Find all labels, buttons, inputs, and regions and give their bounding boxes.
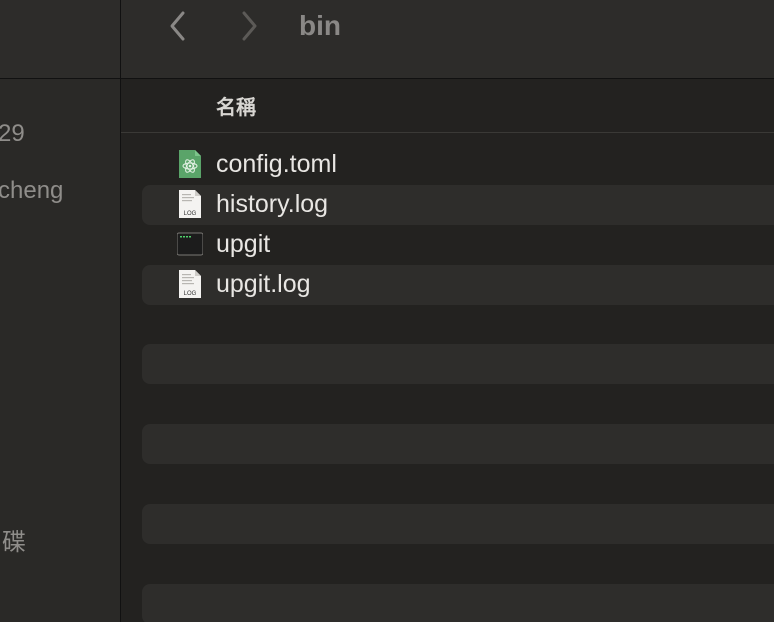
file-name: upgit <box>216 230 271 258</box>
log-badge: LOG <box>184 291 197 297</box>
empty-row <box>142 424 774 464</box>
finder-window: 29 cheng 碟 bin 名稱 config.toml LOG histor… <box>0 0 774 622</box>
log-badge: LOG <box>184 211 197 217</box>
sidebar-item-29[interactable]: 29 <box>0 120 25 148</box>
list-header: 名稱 <box>121 79 774 133</box>
toml-file-icon <box>179 150 201 178</box>
toolbar: bin <box>121 0 774 79</box>
log-file-icon: LOG <box>179 270 201 298</box>
file-list: config.toml LOG history.log upgit LOG up… <box>121 145 774 305</box>
chevron-right-icon <box>242 11 257 41</box>
empty-row <box>142 584 774 622</box>
empty-row <box>142 504 774 544</box>
sidebar-item-cheng[interactable]: cheng <box>0 177 63 205</box>
sidebar-item-disk[interactable]: 碟 <box>2 522 26 557</box>
column-header-name[interactable]: 名稱 <box>216 91 256 120</box>
file-row-upgit-log[interactable]: LOG upgit.log <box>142 265 774 305</box>
empty-row <box>142 344 774 384</box>
forward-button[interactable] <box>231 8 267 44</box>
file-name: config.toml <box>216 150 337 178</box>
file-row-upgit[interactable]: upgit <box>142 225 774 265</box>
back-button[interactable] <box>160 8 196 44</box>
window-title: bin <box>299 10 341 41</box>
file-row-history-log[interactable]: LOG history.log <box>142 185 774 225</box>
log-file-icon: LOG <box>179 190 201 218</box>
file-row-config-toml[interactable]: config.toml <box>142 145 774 185</box>
terminal-executable-icon <box>177 232 203 256</box>
file-name: upgit.log <box>216 270 311 298</box>
sidebar: 29 cheng 碟 <box>0 0 121 622</box>
sidebar-top <box>0 0 120 79</box>
file-name: history.log <box>216 190 329 218</box>
chevron-left-icon <box>170 11 185 41</box>
